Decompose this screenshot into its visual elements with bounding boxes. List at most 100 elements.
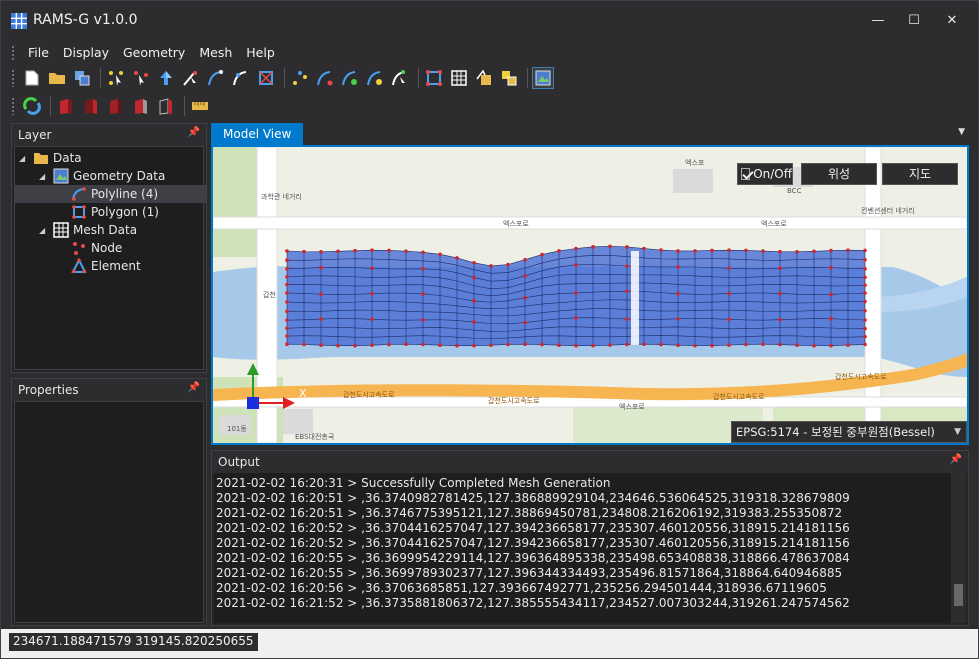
pin-icon[interactable]: 📌 bbox=[950, 454, 962, 465]
map-label-expo-road-1: 엑스포로 bbox=[503, 219, 529, 228]
menu-grip bbox=[11, 45, 15, 61]
move-up-icon[interactable] bbox=[155, 67, 177, 89]
menu-display[interactable]: Display bbox=[56, 43, 116, 63]
curve-node-icon[interactable] bbox=[314, 67, 336, 89]
output-panel: Output 📌 2021-02-02 16:20:31 > Successfu… bbox=[211, 450, 969, 626]
mesh-polygon-icon[interactable] bbox=[423, 67, 445, 89]
log-line: 2021-02-02 16:20:31 > Successfully Compl… bbox=[216, 476, 611, 490]
mesh-node bbox=[727, 291, 731, 296]
mesh-layer[interactable] bbox=[285, 244, 867, 348]
curve-move-icon[interactable] bbox=[389, 67, 411, 89]
log-line: 2021-02-02 16:20:52 > ,36.3704416257047,… bbox=[216, 521, 850, 535]
curve-node-add-icon[interactable] bbox=[339, 67, 361, 89]
tab-model-view[interactable]: Model View bbox=[211, 123, 304, 145]
mesh-node bbox=[727, 266, 731, 271]
mesh-node bbox=[285, 274, 289, 279]
map-label-science: 과학관 네거리 bbox=[261, 192, 302, 201]
new-file-icon[interactable] bbox=[21, 67, 43, 89]
tree-node-polygon[interactable]: Polygon (1) bbox=[71, 203, 159, 221]
title-bar: RAMS-G v1.0.0 — ☐ ✕ bbox=[1, 1, 978, 41]
map-onoff-toggle[interactable]: On/Off bbox=[737, 163, 793, 185]
ruler-icon[interactable] bbox=[189, 95, 211, 117]
polyline-draw-icon[interactable] bbox=[205, 67, 227, 89]
view-top-icon[interactable] bbox=[155, 95, 177, 117]
tree-node-data[interactable]: ◢ Data bbox=[19, 149, 82, 167]
output-scrollbar[interactable] bbox=[951, 473, 966, 623]
view-left-icon[interactable] bbox=[105, 95, 127, 117]
menu-help[interactable]: Help bbox=[239, 43, 282, 63]
tree-node-polyline[interactable]: Polyline (4) bbox=[15, 185, 207, 203]
mesh-node bbox=[829, 265, 833, 270]
save-icon[interactable] bbox=[71, 67, 93, 89]
select-arrow-icon[interactable] bbox=[180, 67, 202, 89]
tab-dropdown-icon[interactable]: ▼ bbox=[958, 127, 965, 137]
view-front-icon[interactable] bbox=[55, 95, 77, 117]
crs-select[interactable]: EPSG:5174 - 보정된 중부원점(Bessel) ▼ bbox=[731, 421, 967, 443]
layer-panel: Layer 📌 ◢ Data ◢ Geometry Data Polyline … bbox=[11, 123, 207, 373]
mesh-node bbox=[421, 267, 425, 271]
map-label-convention: 컨벤션센터 네거리 bbox=[861, 206, 915, 215]
pin-icon[interactable]: 📌 bbox=[188, 127, 200, 138]
menu-file[interactable]: File bbox=[21, 43, 56, 63]
satellite-button[interactable]: 위성 bbox=[801, 163, 877, 185]
minimize-button[interactable]: — bbox=[863, 10, 893, 32]
building bbox=[673, 169, 713, 193]
select-point-icon[interactable] bbox=[130, 67, 152, 89]
map-canvas[interactable]: 과학관 네거리 엑스포 컨벤션센터 네거리 BCC 엑스포로 엑스포로 갑천 엑… bbox=[213, 147, 967, 443]
mesh-grid-icon[interactable] bbox=[448, 67, 470, 89]
tree-node-node[interactable]: Node bbox=[71, 239, 122, 257]
model-view-canvas[interactable]: 과학관 네거리 엑스포 컨벤션센터 네거리 BCC 엑스포로 엑스포로 갑천 엑… bbox=[211, 145, 969, 445]
add-point-icon[interactable] bbox=[105, 67, 127, 89]
tree-node-mesh[interactable]: ◢ Mesh Data bbox=[39, 221, 137, 239]
mesh-node bbox=[778, 266, 782, 271]
scrollbar-thumb[interactable] bbox=[954, 584, 963, 606]
mesh-node bbox=[319, 343, 323, 347]
output-log[interactable]: 2021-02-02 16:20:31 > Successfully Compl… bbox=[214, 473, 966, 623]
onoff-checkbox[interactable] bbox=[741, 168, 751, 180]
tree-node-geometry[interactable]: ◢ Geometry Data bbox=[39, 167, 165, 185]
mesh-node bbox=[285, 282, 289, 287]
mesh-node bbox=[302, 249, 306, 254]
mesh-node bbox=[863, 257, 867, 262]
maximize-button[interactable]: ☐ bbox=[899, 10, 929, 32]
mesh-node bbox=[472, 320, 476, 324]
folder-icon bbox=[34, 153, 48, 164]
close-button[interactable]: ✕ bbox=[937, 10, 967, 32]
polygon-select-icon[interactable] bbox=[255, 67, 277, 89]
curve-node-remove-icon[interactable] bbox=[364, 67, 386, 89]
layer-tree: ◢ Data ◢ Geometry Data Polyline (4) Poly… bbox=[14, 146, 207, 370]
view-right-icon[interactable] bbox=[130, 95, 152, 117]
mesh-import-icon[interactable] bbox=[498, 67, 520, 89]
tree-label-polyline: Polyline (4) bbox=[91, 187, 159, 201]
polyline-edit-icon[interactable] bbox=[230, 67, 252, 89]
polyline-icon bbox=[72, 187, 86, 201]
pin-icon[interactable]: 📌 bbox=[188, 382, 200, 393]
document-tabs: Model View ▼ bbox=[211, 123, 969, 145]
mesh-node bbox=[319, 265, 323, 270]
mesh-node bbox=[863, 267, 867, 271]
menu-geometry[interactable]: Geometry bbox=[116, 43, 192, 63]
map-button[interactable]: 지도 bbox=[882, 163, 958, 185]
view-back-icon[interactable] bbox=[80, 95, 102, 117]
tree-node-element[interactable]: Element bbox=[71, 257, 141, 275]
map-label-gapcheon: 갑천 bbox=[263, 290, 276, 299]
expand-arrow-icon[interactable]: ◢ bbox=[39, 172, 49, 181]
log-line: 2021-02-02 16:20:51 > ,36.3740982781425,… bbox=[216, 491, 850, 505]
mesh-node bbox=[523, 342, 527, 347]
expand-arrow-icon[interactable]: ◢ bbox=[39, 226, 49, 235]
mesh-node bbox=[438, 252, 442, 257]
mesh-export-icon[interactable] bbox=[473, 67, 495, 89]
refresh-icon[interactable] bbox=[21, 95, 43, 117]
open-folder-icon[interactable] bbox=[46, 67, 68, 89]
mesh-node bbox=[421, 250, 425, 255]
tree-label-data: Data bbox=[53, 151, 82, 165]
map-toggle-icon[interactable] bbox=[532, 67, 554, 89]
layer-panel-header: Layer 📌 bbox=[12, 124, 206, 146]
menu-mesh[interactable]: Mesh bbox=[192, 43, 239, 63]
node-add-icon[interactable] bbox=[289, 67, 311, 89]
axis-y-label: Y bbox=[258, 351, 266, 364]
mesh-node bbox=[710, 343, 714, 348]
expand-arrow-icon[interactable]: ◢ bbox=[19, 154, 29, 163]
mesh-node bbox=[574, 316, 578, 320]
chevron-down-icon[interactable]: ▼ bbox=[954, 422, 961, 442]
